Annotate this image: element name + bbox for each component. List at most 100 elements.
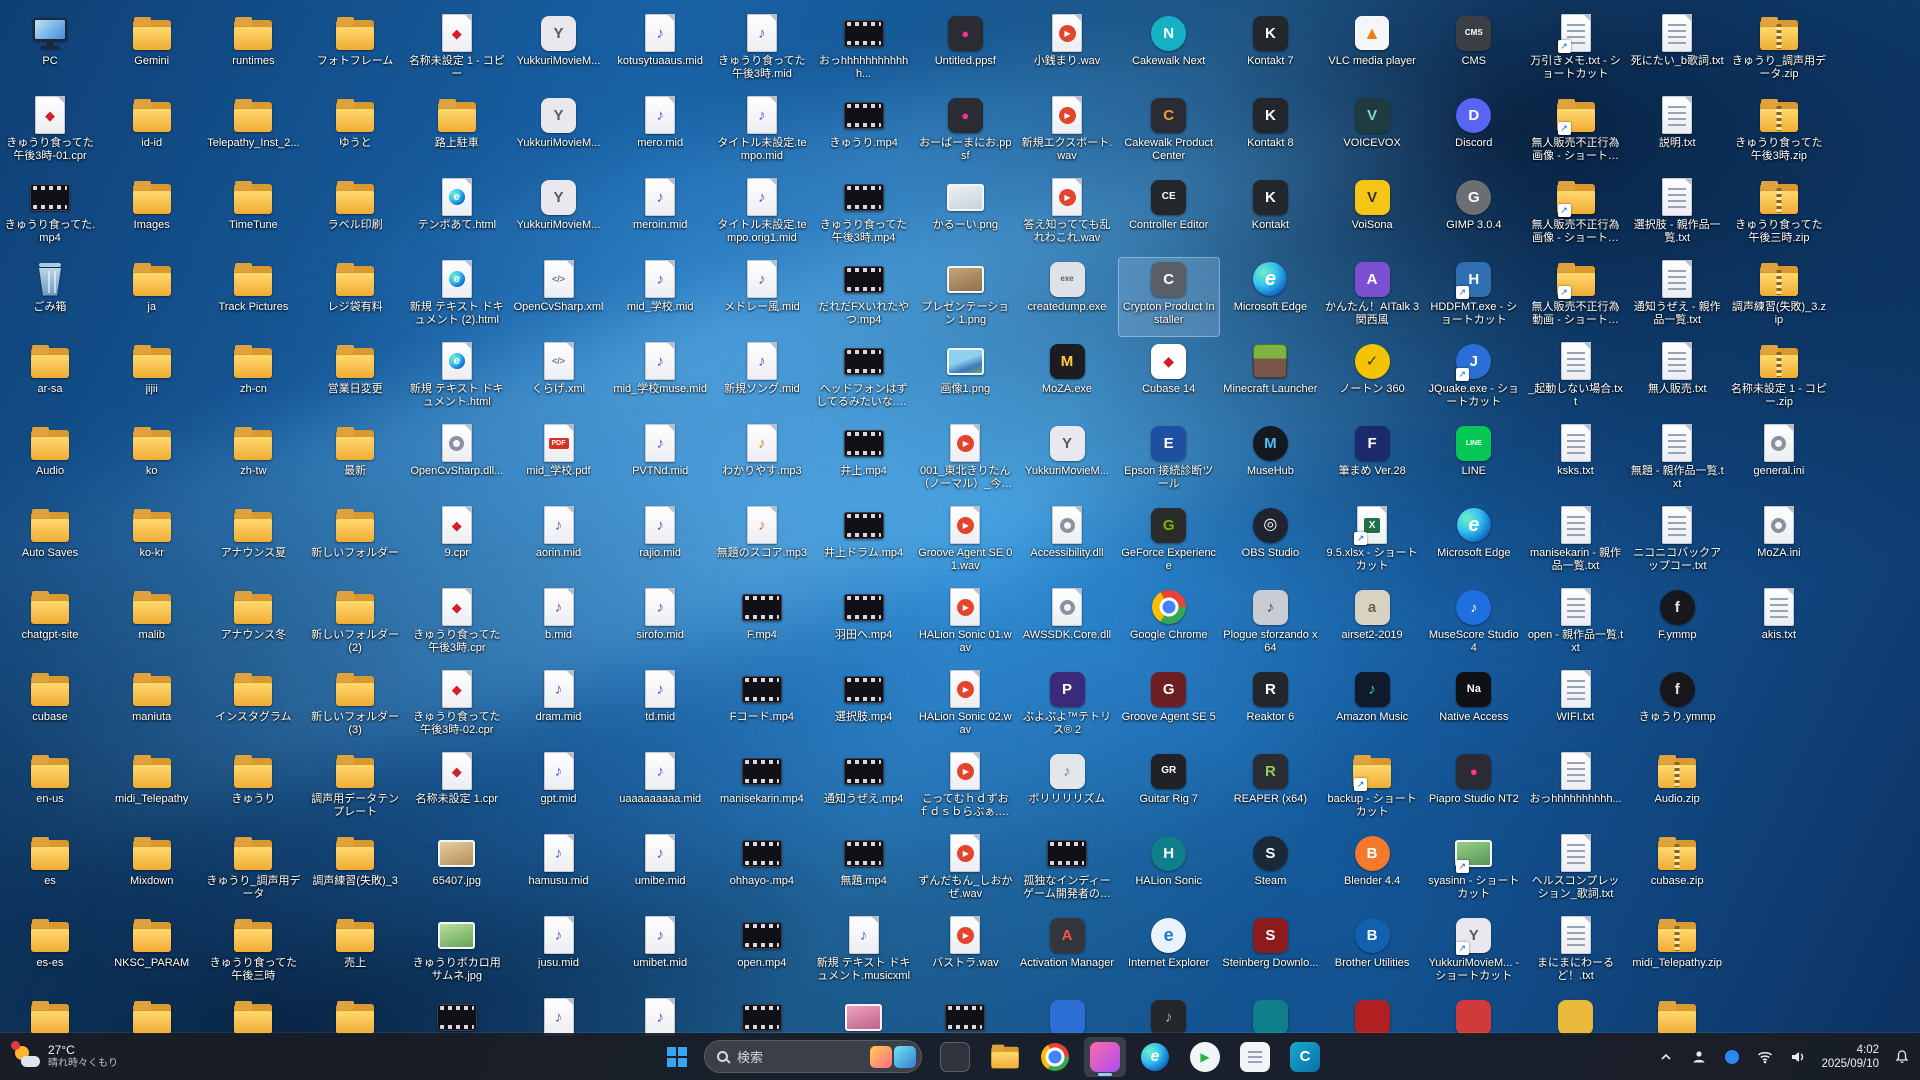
desktop-icon[interactable]: Y YukkuriMovieM... bbox=[509, 94, 609, 172]
desktop-icon[interactable]: ♪ rajio.mid bbox=[610, 504, 710, 582]
desktop-icon[interactable]: R Reaktor 6 bbox=[1220, 668, 1320, 746]
desktop-icon[interactable]: ♪ gpt.mid bbox=[509, 750, 609, 828]
desktop-icon[interactable]: Y YukkuriMovieM... bbox=[1017, 422, 1117, 500]
desktop-icon[interactable]: e テンポあて.html bbox=[407, 176, 507, 254]
desktop-icon[interactable]: ↗ syasinn - ショートカット bbox=[1424, 832, 1524, 910]
desktop-icon[interactable]: ♪ umibe.mid bbox=[610, 832, 710, 910]
desktop-icon[interactable]: K Kontakt 7 bbox=[1220, 12, 1320, 90]
desktop-icon[interactable]: S Steinberg Downlo... bbox=[1220, 914, 1320, 992]
desktop-icon[interactable]: E Epson 接続診断ツール bbox=[1119, 422, 1219, 500]
desktop-icon[interactable]: ♪ MuseScore Studio 4 bbox=[1424, 586, 1524, 664]
desktop-icon[interactable]: 調声練習(失敗)_3.zip bbox=[1729, 258, 1829, 336]
desktop-icon[interactable]: ▶001_東北きりたん（ノーマル）_今しゃ... bbox=[915, 422, 1015, 500]
desktop-icon[interactable]: 無題.mp4 bbox=[814, 832, 914, 910]
desktop-icon[interactable]: ↗ 無人販売不正行為画像 - ショートカット bbox=[1526, 176, 1626, 254]
desktop-icon[interactable]: PDF mid_学校.pdf bbox=[509, 422, 609, 500]
desktop-icon[interactable]: Y ↗ YukkuriMovieM... - ショートカット bbox=[1424, 914, 1524, 992]
desktop-icon[interactable]: Track Pictures bbox=[203, 258, 303, 336]
desktop-icon[interactable]: 最新 bbox=[305, 422, 405, 500]
desktop-icon[interactable]: ♪ Amazon Music bbox=[1322, 668, 1422, 746]
desktop-icon[interactable]: 調声用データテンプレート bbox=[305, 750, 405, 828]
desktop-icon[interactable]: きゅうり_調声用データ bbox=[203, 832, 303, 910]
desktop-icon[interactable]: general.ini bbox=[1729, 422, 1829, 500]
desktop-icon[interactable]: ◆ きゅうり食ってた午後3時-01.cpr bbox=[0, 94, 100, 172]
tray-chevron-up-icon[interactable] bbox=[1656, 1047, 1676, 1067]
desktop-icon[interactable]: ♪ 新規 テキスト ドキュメント.musicxml bbox=[814, 914, 914, 992]
desktop-icon[interactable]: akis.txt bbox=[1729, 586, 1829, 664]
desktop-icon[interactable]: ▲ VLC media player bbox=[1322, 12, 1422, 90]
desktop-icon[interactable]: 無人販売.txt bbox=[1627, 340, 1727, 418]
desktop-icon[interactable]: B Brother Utilities bbox=[1322, 914, 1422, 992]
desktop-icon[interactable]: AWSSDK.Core.dll bbox=[1017, 586, 1117, 664]
desktop-icon[interactable]: ◆ 9.cpr bbox=[407, 504, 507, 582]
desktop-icon[interactable]: きゅうり食ってた.mp4 bbox=[0, 176, 100, 254]
desktop-icon[interactable]: アナウンス夏 bbox=[203, 504, 303, 582]
desktop-icon[interactable]: ◆ 名称未設定 1.cpr bbox=[407, 750, 507, 828]
desktop-icon[interactable]: GR Guitar Rig 7 bbox=[1119, 750, 1219, 828]
desktop-icon[interactable]: PC bbox=[0, 12, 100, 90]
desktop-icon[interactable]: C Cakewalk Product Center bbox=[1119, 94, 1219, 172]
desktop-icon[interactable]: J ↗ JQuake.exe - ショートカット bbox=[1424, 340, 1524, 418]
desktop-icon[interactable]: 通知うぜえ.mp4 bbox=[814, 750, 914, 828]
desktop-icon[interactable]: Audio bbox=[0, 422, 100, 500]
desktop-icon[interactable]: きゅうりボカロ用サムネ.jpg bbox=[407, 914, 507, 992]
desktop-icon[interactable]: f きゅうり.ymmp bbox=[1627, 668, 1727, 746]
desktop-icon[interactable]: ksks.txt bbox=[1526, 422, 1626, 500]
desktop-icon[interactable]: e 新規 テキスト ドキュメント (2).html bbox=[407, 258, 507, 336]
desktop-icon[interactable]: ♪ わかりやす.mp3 bbox=[712, 422, 812, 500]
desktop-icon[interactable]: id-id bbox=[102, 94, 202, 172]
desktop-icon[interactable]: runtimes bbox=[203, 12, 303, 90]
desktop-icon[interactable]: ♪ jusu.mid bbox=[509, 914, 609, 992]
desktop-icon[interactable]: open.mp4 bbox=[712, 914, 812, 992]
desktop-icon[interactable]: ♪ dram.mid bbox=[509, 668, 609, 746]
desktop-icon[interactable]: ▶ 答え知ってても乱れわこれ.wav bbox=[1017, 176, 1117, 254]
desktop-icon[interactable]: 無題 - 親作品一覧.txt bbox=[1627, 422, 1727, 500]
desktop-icon[interactable]: 選択肢 - 親作品一覧.txt bbox=[1627, 176, 1727, 254]
taskbar-app-file-explorer[interactable] bbox=[984, 1037, 1026, 1077]
desktop-icon[interactable]: ▶ 新規エクスポート.wav bbox=[1017, 94, 1117, 172]
desktop-icon[interactable]: OpenCvSharp.dll... bbox=[407, 422, 507, 500]
desktop-icon[interactable]: ▶ HALion Sonic 02.wav bbox=[915, 668, 1015, 746]
desktop-icon[interactable]: Y YukkuriMovieM... bbox=[509, 176, 609, 254]
desktop-icon[interactable]: Mixdown bbox=[102, 832, 202, 910]
desktop-icon[interactable]: en-us bbox=[0, 750, 100, 828]
desktop-icon[interactable]: a airset2-2019 bbox=[1322, 586, 1422, 664]
desktop-icon[interactable]: ohhayo-.mp4 bbox=[712, 832, 812, 910]
desktop-icon[interactable]: TimeTune bbox=[203, 176, 303, 254]
desktop-icon[interactable]: C Crypton Product Installer bbox=[1117, 257, 1220, 337]
volume-icon[interactable] bbox=[1788, 1047, 1808, 1067]
desktop-icon[interactable]: 新しいフォルダー bbox=[305, 504, 405, 582]
desktop-icon[interactable]: ▶ Groove Agent SE 01.wav bbox=[915, 504, 1015, 582]
desktop-icon[interactable]: ♪ ポリリリリズム bbox=[1017, 750, 1117, 828]
desktop-icon[interactable]: ♪ mid_学校.mid bbox=[610, 258, 710, 336]
desktop-icon[interactable]: Audio.zip bbox=[1627, 750, 1727, 828]
desktop-icon[interactable]: </> OpenCvSharp.xml bbox=[509, 258, 609, 336]
desktop-icon[interactable]: M MuseHub bbox=[1220, 422, 1320, 500]
wifi-icon[interactable] bbox=[1755, 1047, 1775, 1067]
desktop-icon[interactable]: ▶こってむｈｄずおｆｄｓｂらぶぁ.wav bbox=[915, 750, 1015, 828]
desktop-icon[interactable]: レジ袋有料 bbox=[305, 258, 405, 336]
desktop-icon[interactable]: きゅうり.mp4 bbox=[814, 94, 914, 172]
desktop-icon[interactable]: ✓ ノートン 360 bbox=[1322, 340, 1422, 418]
desktop-icon[interactable]: K Kontakt 8 bbox=[1220, 94, 1320, 172]
desktop-icon[interactable]: e Internet Explorer bbox=[1119, 914, 1219, 992]
desktop-icon[interactable]: A かんたん！AITalk 3 関西風 bbox=[1322, 258, 1422, 336]
desktop-icon[interactable]: e Microsoft Edge bbox=[1424, 504, 1524, 582]
desktop-icon[interactable]: ニコニコバックアップコー.txt bbox=[1627, 504, 1727, 582]
desktop-icon[interactable]: ♪ タイトル未設定.tempo.mid bbox=[712, 94, 812, 172]
desktop-icon[interactable]: ヘッドフォンはずしてるみたいな.mp4 bbox=[814, 340, 914, 418]
desktop-icon[interactable]: Telepathy_Inst_2... bbox=[203, 94, 303, 172]
desktop-icon[interactable]: G GeForce Experience bbox=[1119, 504, 1219, 582]
desktop-icon[interactable]: NKSC_PARAM bbox=[102, 914, 202, 992]
desktop-icon[interactable]: ごみ箱 bbox=[0, 258, 100, 336]
desktop-icon[interactable]: es-es bbox=[0, 914, 100, 992]
desktop-icon[interactable]: ▶ バストラ.wav bbox=[915, 914, 1015, 992]
desktop-icon[interactable]: maniuta bbox=[102, 668, 202, 746]
desktop-icon[interactable]: かるーい.png bbox=[915, 176, 1015, 254]
desktop-icon[interactable]: 65407.jpg bbox=[407, 832, 507, 910]
desktop-icon[interactable]: f F.ymmp bbox=[1627, 586, 1727, 664]
desktop-icon[interactable]: exe createdump.exe bbox=[1017, 258, 1117, 336]
desktop-icon[interactable]: ◆ きゅうり食ってた午後3時.cpr bbox=[407, 586, 507, 664]
desktop-icon[interactable]: アナウンス冬 bbox=[203, 586, 303, 664]
desktop-icon[interactable]: ♪ b.mid bbox=[509, 586, 609, 664]
